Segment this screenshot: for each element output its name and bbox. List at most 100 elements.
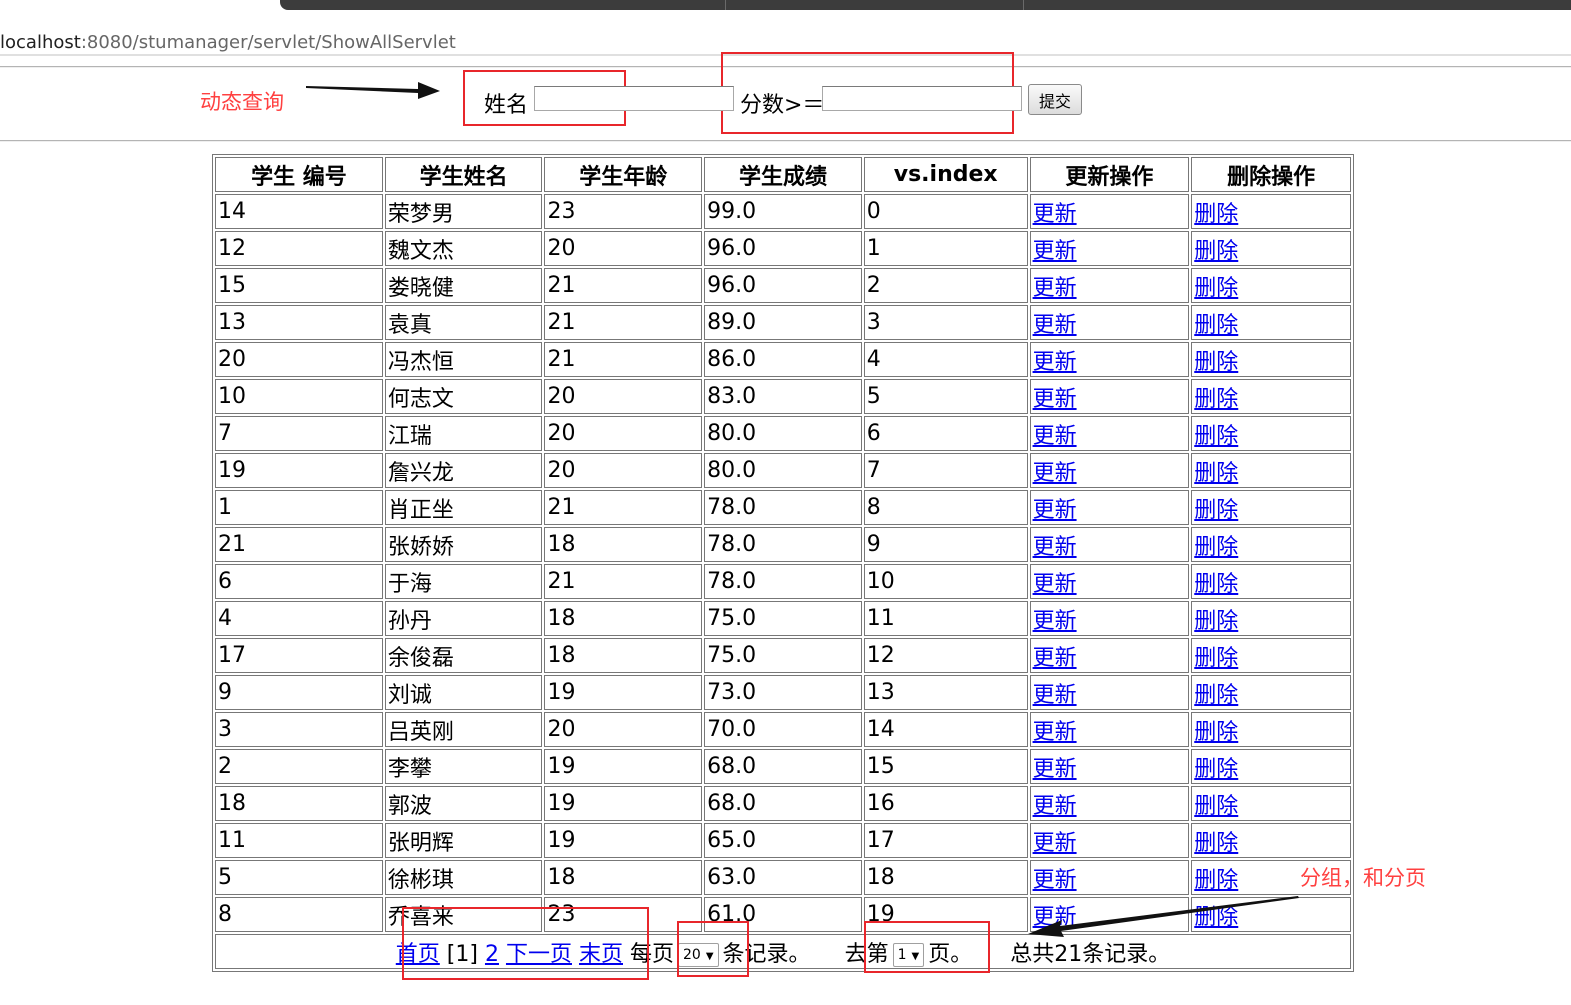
cell-delete: 删除	[1191, 527, 1351, 562]
cell-delete: 删除	[1191, 194, 1351, 229]
address-bar[interactable]: localhost:8080/stumanager/servlet/ShowAl…	[0, 12, 1571, 54]
table-row: 1 肖正坐 21 78.0 8 更新 删除	[215, 490, 1351, 525]
cell-score: 89.0	[704, 305, 862, 340]
cell-name: 余俊磊	[384, 638, 543, 673]
submit-button[interactable]: 提交	[1028, 84, 1082, 115]
delete-link[interactable]: 删除	[1194, 831, 1238, 856]
cell-score: 73.0	[704, 675, 862, 710]
cell-index: 17	[863, 823, 1028, 858]
cell-age: 20	[544, 416, 703, 451]
cell-id: 12	[215, 231, 383, 266]
cell-update: 更新	[1029, 638, 1190, 673]
cell-score: 99.0	[704, 194, 862, 229]
update-link[interactable]: 更新	[1033, 683, 1077, 708]
score-input[interactable]	[822, 86, 1022, 111]
delete-link[interactable]: 删除	[1194, 276, 1238, 301]
cell-id: 6	[215, 564, 383, 599]
cell-id: 11	[215, 823, 383, 858]
cell-index: 9	[863, 527, 1028, 562]
cell-id: 9	[215, 675, 383, 710]
cell-index: 4	[863, 342, 1028, 377]
update-link[interactable]: 更新	[1033, 794, 1077, 819]
cell-index: 2	[863, 268, 1028, 303]
update-link[interactable]: 更新	[1033, 498, 1077, 523]
delete-link[interactable]: 删除	[1194, 202, 1238, 227]
delete-link[interactable]: 删除	[1194, 350, 1238, 375]
cell-delete: 删除	[1191, 823, 1351, 858]
cell-update: 更新	[1029, 305, 1190, 340]
update-link[interactable]: 更新	[1033, 831, 1077, 856]
cell-name: 孙丹	[384, 601, 543, 636]
cell-update: 更新	[1029, 268, 1190, 303]
update-link[interactable]: 更新	[1033, 313, 1077, 338]
update-link[interactable]: 更新	[1033, 461, 1077, 486]
column-header: 删除操作	[1191, 157, 1351, 192]
cell-name: 袁真	[384, 305, 543, 340]
delete-link[interactable]: 删除	[1194, 239, 1238, 264]
table-header-row: 学生 编号 学生姓名 学生年龄 学生成绩 vs.index 更新操作 删除操作	[215, 157, 1351, 192]
cell-name: 冯杰恒	[384, 342, 543, 377]
delete-link[interactable]: 删除	[1194, 313, 1238, 338]
column-header: 学生年龄	[544, 157, 703, 192]
delete-link[interactable]: 删除	[1194, 461, 1238, 486]
update-link[interactable]: 更新	[1033, 276, 1077, 301]
update-link[interactable]: 更新	[1033, 202, 1077, 227]
cell-index: 0	[863, 194, 1028, 229]
table-row: 19 詹兴龙 20 80.0 7 更新 删除	[215, 453, 1351, 488]
cell-id: 15	[215, 268, 383, 303]
delete-link[interactable]: 删除	[1194, 535, 1238, 560]
update-link[interactable]: 更新	[1033, 350, 1077, 375]
delete-link[interactable]: 删除	[1194, 757, 1238, 782]
cell-name: 何志文	[384, 379, 543, 414]
delete-link[interactable]: 删除	[1194, 387, 1238, 412]
update-link[interactable]: 更新	[1033, 239, 1077, 264]
table-row: 7 江瑞 20 80.0 6 更新 删除	[215, 416, 1351, 451]
column-header: vs.index	[863, 157, 1028, 192]
update-link[interactable]: 更新	[1033, 424, 1077, 449]
delete-link[interactable]: 删除	[1194, 683, 1238, 708]
cell-index: 18	[863, 860, 1028, 895]
update-link[interactable]: 更新	[1033, 609, 1077, 634]
tab-separator	[725, 0, 726, 10]
url-path: :8080/stumanager/servlet/ShowAllServlet	[80, 32, 456, 53]
update-link[interactable]: 更新	[1033, 572, 1077, 597]
delete-link[interactable]: 删除	[1194, 720, 1238, 745]
delete-link[interactable]: 删除	[1194, 868, 1238, 893]
cell-age: 18	[544, 638, 703, 673]
cell-delete: 删除	[1191, 675, 1351, 710]
cell-update: 更新	[1029, 194, 1190, 229]
url-text[interactable]: localhost:8080/stumanager/servlet/ShowAl…	[0, 32, 456, 53]
cell-score: 78.0	[704, 564, 862, 599]
students-table: 学生 编号 学生姓名 学生年龄 学生成绩 vs.index 更新操作 删除操作 …	[212, 154, 1354, 972]
cell-update: 更新	[1029, 712, 1190, 747]
cell-id: 14	[215, 194, 383, 229]
cell-delete: 删除	[1191, 379, 1351, 414]
cell-score: 75.0	[704, 601, 862, 636]
delete-link[interactable]: 删除	[1194, 609, 1238, 634]
update-link[interactable]: 更新	[1033, 387, 1077, 412]
table-row: 21 张娇娇 18 78.0 9 更新 删除	[215, 527, 1351, 562]
cell-update: 更新	[1029, 675, 1190, 710]
update-link[interactable]: 更新	[1033, 720, 1077, 745]
cell-score: 63.0	[704, 860, 862, 895]
cell-index: 13	[863, 675, 1028, 710]
delete-link[interactable]: 删除	[1194, 498, 1238, 523]
cell-name: 江瑞	[384, 416, 543, 451]
cell-score: 65.0	[704, 823, 862, 858]
delete-link[interactable]: 删除	[1194, 646, 1238, 671]
cell-name: 于海	[384, 564, 543, 599]
update-link[interactable]: 更新	[1033, 535, 1077, 560]
cell-score: 86.0	[704, 342, 862, 377]
name-input[interactable]	[534, 86, 734, 111]
update-link[interactable]: 更新	[1033, 868, 1077, 893]
column-header: 学生姓名	[384, 157, 543, 192]
cell-score: 80.0	[704, 416, 862, 451]
delete-link[interactable]: 删除	[1194, 794, 1238, 819]
delete-link[interactable]: 删除	[1194, 572, 1238, 597]
update-link[interactable]: 更新	[1033, 646, 1077, 671]
cell-score: 78.0	[704, 490, 862, 525]
cell-name: 张明辉	[384, 823, 543, 858]
update-link[interactable]: 更新	[1033, 757, 1077, 782]
cell-age: 19	[544, 823, 703, 858]
delete-link[interactable]: 删除	[1194, 424, 1238, 449]
